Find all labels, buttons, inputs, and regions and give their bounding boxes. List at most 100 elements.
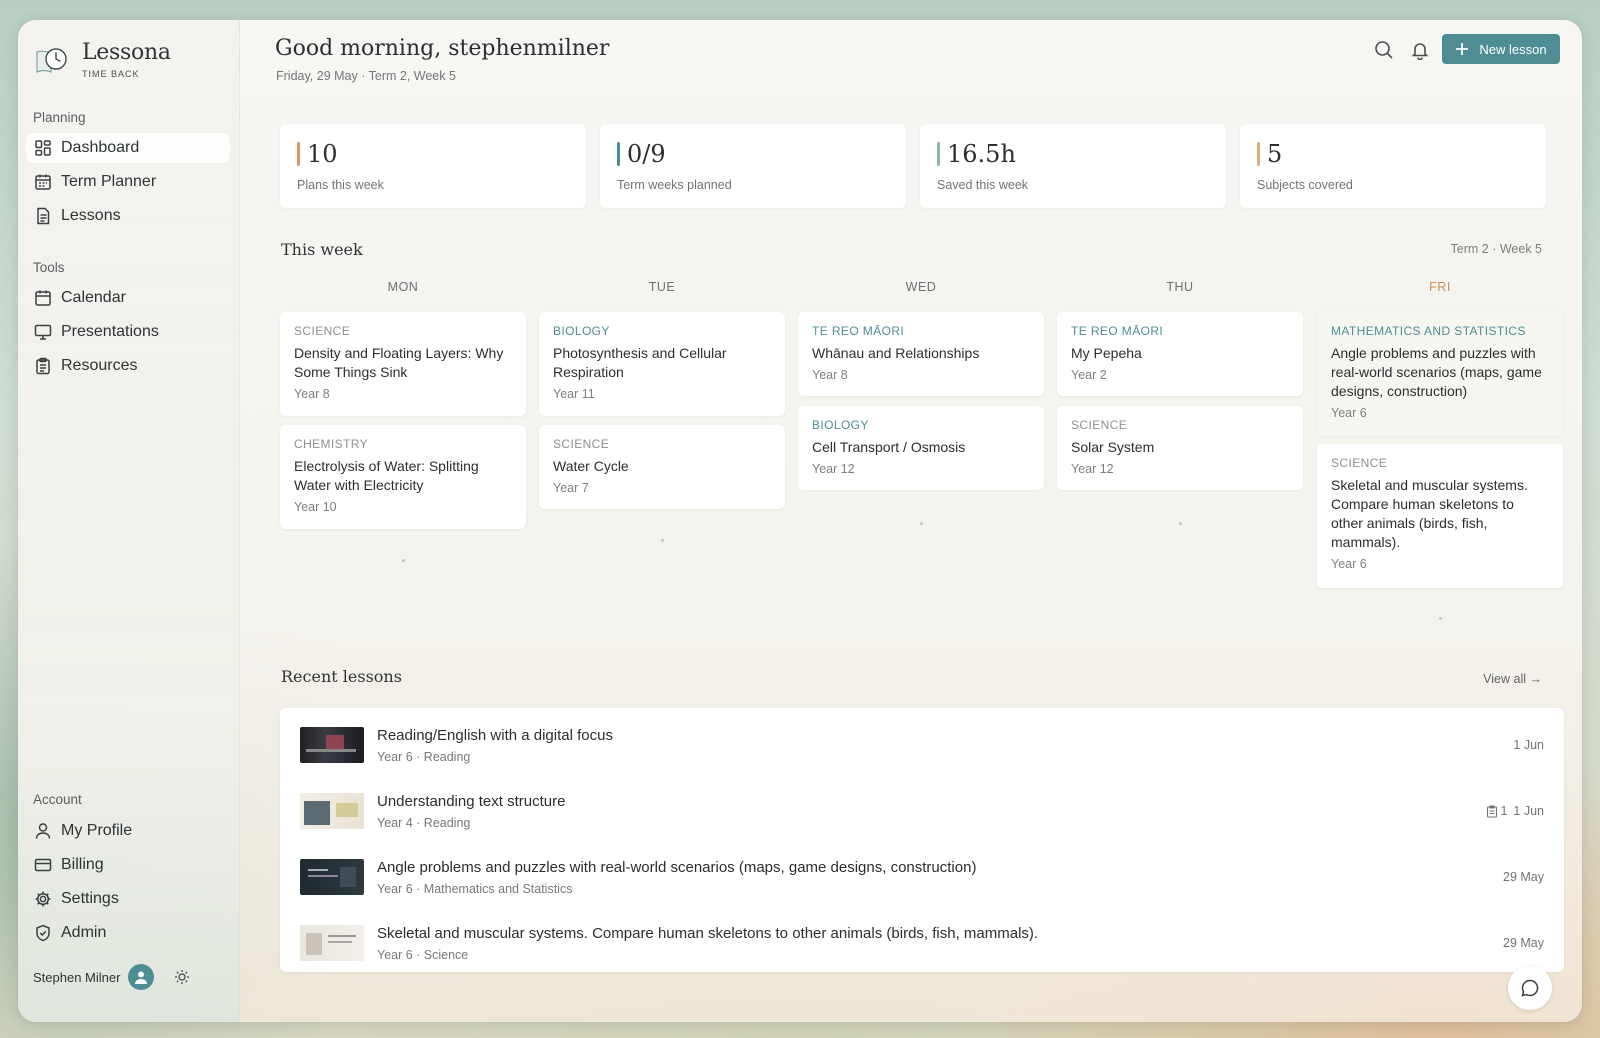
lesson-card[interactable]: MATHEMATICS AND STATISTICS Angle problem…: [1317, 312, 1563, 436]
add-slot-dot[interactable]: [402, 559, 405, 562]
day-header-fri: FRI: [1429, 280, 1451, 294]
lesson-card[interactable]: SCIENCE Water Cycle Year 7: [539, 425, 785, 509]
calendar-icon: [35, 290, 51, 306]
sidebar-item-term-planner[interactable]: Term Planner: [26, 167, 230, 197]
list-item[interactable]: Angle problems and puzzles with real-wor…: [300, 851, 1544, 903]
lesson-subject: BIOLOGY: [553, 324, 610, 338]
sidebar-item-label: Dashboard: [61, 139, 140, 156]
lesson-year: Year 2: [1071, 368, 1107, 382]
resource-count-badge: 1: [1500, 804, 1508, 818]
lesson-subject: TE REO MĀORI: [1071, 324, 1164, 338]
nav-group-account: Account: [33, 792, 82, 807]
sidebar-item-label: Presentations: [61, 323, 159, 340]
stat-accent-bar: [617, 142, 620, 166]
lesson-year: Year 12: [1071, 462, 1114, 476]
stat-card-plans: 10 Plans this week: [280, 124, 586, 208]
sidebar-item-label: Admin: [61, 924, 107, 941]
avatar[interactable]: [128, 964, 155, 990]
lesson-year: Year 8: [812, 368, 848, 382]
lesson-thumbnail: [300, 859, 364, 895]
sidebar-item-label: Settings: [61, 890, 119, 907]
stat-value: 10: [307, 140, 338, 168]
lesson-date: 1 Jun: [1513, 804, 1544, 818]
lesson-meta: Year 6 · Science: [377, 947, 469, 962]
add-slot-dot[interactable]: [661, 539, 664, 542]
sun-icon[interactable]: [174, 969, 190, 985]
sidebar-item-lessons[interactable]: Lessons: [26, 201, 230, 231]
list-item[interactable]: Reading/English with a digital focus Yea…: [300, 719, 1544, 771]
lesson-subject: SCIENCE: [1331, 456, 1388, 470]
lesson-title: Cell Transport / Osmosis: [812, 439, 966, 455]
lesson-subject: BIOLOGY: [812, 418, 869, 432]
lesson-subject: SCIENCE: [1071, 418, 1128, 432]
brand-name: Lessona: [82, 40, 171, 65]
lesson-card[interactable]: BIOLOGY Cell Transport / Osmosis Year 12: [798, 406, 1044, 490]
recent-lessons-title: Recent lessons: [281, 667, 402, 686]
sidebar-item-settings[interactable]: Settings: [26, 884, 230, 914]
sidebar-item-my-profile[interactable]: My Profile: [26, 816, 230, 846]
shield-icon: [36, 924, 50, 942]
avatar-person-icon: [135, 971, 148, 984]
stat-accent-bar: [937, 142, 940, 166]
lesson-card[interactable]: TE REO MĀORI My Pepeha Year 2: [1057, 312, 1303, 396]
sidebar-item-calendar[interactable]: Calendar: [26, 283, 230, 313]
page-subtitle-date: Friday, 29 May · Term 2, Week 5: [276, 69, 456, 83]
lesson-title: Electrolysis of Water: Splitting Water w…: [294, 458, 479, 493]
lesson-card[interactable]: SCIENCE Density and Floating Layers: Why…: [280, 312, 526, 416]
nav-group-tools: Tools: [33, 260, 65, 275]
this-week-title: This week: [281, 240, 363, 259]
sidebar-item-admin[interactable]: Admin: [26, 918, 230, 948]
search-button[interactable]: [1372, 38, 1396, 62]
bell-icon: [1411, 43, 1429, 60]
new-lesson-label: New lesson: [1479, 41, 1547, 57]
book-clock-logo-icon: [36, 47, 67, 73]
add-slot-dot[interactable]: [1439, 617, 1442, 620]
lesson-thumbnail: [300, 925, 364, 961]
lesson-year: Year 7: [553, 481, 589, 495]
gear-icon: [35, 891, 51, 907]
document-icon: [37, 207, 50, 225]
list-item[interactable]: Understanding text structure Year 4 · Re…: [300, 785, 1544, 837]
notifications-button[interactable]: [1408, 38, 1432, 62]
lesson-card[interactable]: SCIENCE Skeletal and muscular systems. C…: [1317, 444, 1563, 588]
lesson-year: Year 8: [294, 387, 330, 401]
stat-label: Subjects covered: [1257, 178, 1353, 192]
lesson-card[interactable]: SCIENCE Solar System Year 12: [1057, 406, 1303, 490]
lesson-title: Angle problems and puzzles with real-wor…: [1331, 345, 1542, 399]
stat-label: Plans this week: [297, 178, 384, 192]
sidebar-item-billing[interactable]: Billing: [26, 850, 230, 880]
lesson-thumbnail: [300, 793, 364, 829]
lesson-card[interactable]: BIOLOGY Photosynthesis and Cellular Resp…: [539, 312, 785, 416]
list-item[interactable]: Skeletal and muscular systems. Compare h…: [300, 917, 1544, 969]
user-name: Stephen Milner: [33, 969, 121, 985]
lesson-subject: TE REO MĀORI: [812, 324, 905, 338]
recent-lessons-list: Reading/English with a digital focus Yea…: [280, 708, 1564, 972]
lesson-meta: Year 4 · Reading: [377, 815, 471, 830]
add-slot-dot[interactable]: [1179, 522, 1182, 525]
lesson-card[interactable]: CHEMISTRY Electrolysis of Water: Splitti…: [280, 425, 526, 529]
sidebar-item-presentations[interactable]: Presentations: [26, 317, 230, 347]
week-meta: Term 2 · Week 5: [1450, 242, 1542, 256]
lesson-title: Whānau and Relationships: [812, 345, 980, 361]
lesson-meta: Year 6 · Reading: [377, 749, 471, 764]
app-window: Lessona TIME BACK Planning Dashboard Ter…: [18, 20, 1582, 1022]
sidebar-item-resources[interactable]: Resources: [26, 351, 230, 381]
lesson-year: Year 6: [1331, 557, 1367, 571]
sidebar-item-label: Billing: [61, 856, 104, 873]
brand[interactable]: Lessona TIME BACK: [34, 40, 171, 79]
lesson-year: Year 11: [553, 387, 595, 401]
add-slot-dot[interactable]: [920, 522, 923, 525]
user-profile-row[interactable]: Stephen Milner: [33, 964, 190, 990]
clipboard-icon: [36, 357, 50, 375]
lesson-card[interactable]: TE REO MĀORI Whānau and Relationships Ye…: [798, 312, 1044, 396]
sidebar-item-dashboard[interactable]: Dashboard: [26, 133, 230, 163]
new-lesson-button[interactable]: New lesson: [1442, 34, 1560, 64]
lesson-title: Water Cycle: [553, 458, 629, 474]
stat-accent-bar: [1257, 142, 1260, 166]
stat-card-subjects: 5 Subjects covered: [1240, 124, 1546, 208]
sidebar-item-label: Term Planner: [61, 173, 157, 190]
main-content: Good morning, stephenmilner Friday, 29 M…: [240, 20, 1582, 1022]
chat-button[interactable]: [1508, 966, 1552, 1010]
view-all-link[interactable]: View all →: [1483, 672, 1542, 686]
lesson-title: Skeletal and muscular systems. Compare h…: [377, 924, 1039, 942]
